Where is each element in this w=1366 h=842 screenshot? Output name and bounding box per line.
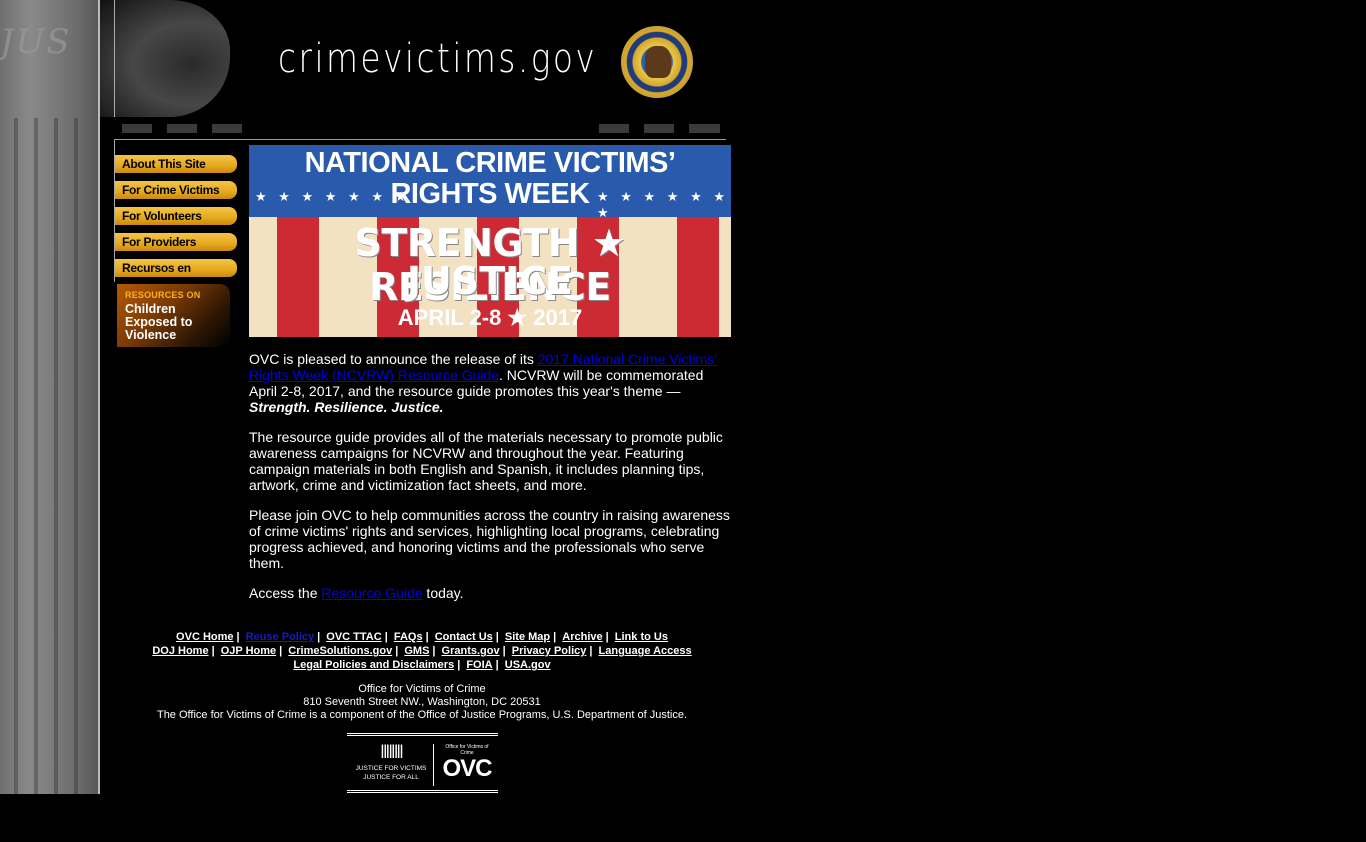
doj-seal-icon bbox=[621, 26, 693, 98]
ncvrw-banner[interactable]: NATIONAL CRIME VICTIMS’ RIGHTS WEEK ★ ★ … bbox=[249, 145, 731, 337]
pillar-engraving: JUS bbox=[0, 22, 72, 62]
footer-link-contact-us[interactable]: Contact Us bbox=[435, 631, 493, 643]
pillar-decoration: JUS bbox=[0, 0, 100, 794]
separator: | bbox=[495, 659, 499, 671]
address-block: Office for Victims of Crime 810 Seventh … bbox=[150, 683, 694, 722]
separator: | bbox=[589, 645, 593, 657]
nav-for-volunteers[interactable]: For Volunteers bbox=[115, 207, 237, 225]
eagle-icon bbox=[645, 46, 671, 78]
site-title: crimevictims.gov bbox=[278, 36, 598, 82]
footer-link-gms[interactable]: GMS bbox=[404, 645, 429, 657]
separator: | bbox=[553, 631, 557, 643]
tab-placeholder bbox=[212, 124, 242, 133]
logo-tagline-1: JUSTICE FOR VICTIMS bbox=[355, 765, 427, 772]
banner-line-4: JUSTICE bbox=[406, 259, 574, 303]
text: Access the bbox=[249, 585, 322, 601]
paragraph-3: Please join OVC to help communities acro… bbox=[249, 507, 730, 571]
logo-divider bbox=[433, 744, 434, 786]
ovc-logo-left: ǁǁǁǁ JUSTICE FOR VICTIMS JUSTICE FOR ALL bbox=[351, 742, 431, 781]
footer-link-ovc-home[interactable]: OVC Home bbox=[176, 631, 233, 643]
tab-placeholder bbox=[167, 124, 197, 133]
paragraph-4: Access the Resource Guide today. bbox=[249, 585, 733, 601]
article-body: OVC is pleased to announce the release o… bbox=[249, 351, 733, 615]
resource-guide-link-2[interactable]: Resource Guide bbox=[321, 585, 422, 601]
pillar-edge bbox=[98, 0, 100, 794]
header-divider bbox=[114, 0, 115, 117]
footer-row-3: Legal Policies and Disclaimers | FOIA | US… bbox=[150, 658, 694, 672]
nav-recursos-en-espanol[interactable]: Recursos en Español bbox=[115, 259, 237, 293]
footer-links: OVC Home | Reuse Policy | OVC TTAC | FAQs | … bbox=[150, 630, 694, 672]
footer-link-privacy-policy[interactable]: Privacy Policy bbox=[512, 645, 587, 657]
footer-link-ojp-home[interactable]: OJP Home bbox=[221, 645, 276, 657]
banner-line-1: NATIONAL CRIME VICTIMS’ bbox=[304, 147, 676, 179]
footer-link-language-access[interactable]: Language Access bbox=[599, 645, 692, 657]
footer-row-2: DOJ Home | OJP Home | CrimeSolutions.gov | … bbox=[150, 644, 694, 658]
banner-stars-left: ★ ★ ★ ★ ★ ★ ★ bbox=[255, 189, 411, 204]
tab-placeholder bbox=[644, 124, 674, 133]
footer-link-grants-gov[interactable]: Grants.gov bbox=[442, 645, 500, 657]
nav-about-this-site[interactable]: About This Site bbox=[115, 155, 237, 173]
banner-line-5: APRIL 2-8 ★ 2017 bbox=[397, 305, 583, 330]
separator: | bbox=[457, 659, 461, 671]
logo-ovc-text: OVC bbox=[442, 755, 492, 782]
theme-text: Strength. Resilience. Justice. bbox=[249, 399, 444, 415]
address-note: The Office for Victims of Crime is a com… bbox=[156, 709, 688, 721]
separator: | bbox=[384, 631, 388, 643]
separator: | bbox=[395, 645, 399, 657]
address-org: Office for Victims of Crime bbox=[358, 683, 486, 695]
footer-link-foia[interactable]: FOIA bbox=[466, 659, 492, 671]
logo-tagline-2: JUSTICE FOR ALL bbox=[363, 774, 419, 781]
footer-link-reuse-policy[interactable]: Reuse Policy bbox=[246, 631, 314, 643]
separator: | bbox=[502, 645, 506, 657]
separator: | bbox=[605, 631, 609, 643]
column-capital bbox=[100, 0, 230, 117]
footer-link-site-map[interactable]: Site Map bbox=[505, 631, 550, 643]
separator: | bbox=[495, 631, 499, 643]
footer-link-ovc-ttac[interactable]: OVC TTAC bbox=[326, 631, 381, 643]
footer-link-archive[interactable]: Archive bbox=[562, 631, 602, 643]
text: OVC is pleased to announce the release o… bbox=[249, 351, 538, 367]
paragraph-2: The resource guide provides all of the m… bbox=[249, 429, 723, 493]
ovc-logo-right: Office for Victims of Crime OVC bbox=[439, 744, 495, 782]
separator: | bbox=[432, 645, 436, 657]
footer-link-doj-home[interactable]: DOJ Home bbox=[152, 645, 208, 657]
separator: | bbox=[317, 631, 321, 643]
separator: | bbox=[279, 645, 283, 657]
separator: | bbox=[211, 645, 215, 657]
ovc-logo[interactable]: ǁǁǁǁ JUSTICE FOR VICTIMS JUSTICE FOR ALL… bbox=[347, 733, 498, 793]
separator: | bbox=[425, 631, 429, 643]
header-rule bbox=[114, 139, 726, 140]
paragraph-1: OVC is pleased to announce the release o… bbox=[249, 351, 733, 415]
footer-row-1: OVC Home | Reuse Policy | OVC TTAC | FAQs | … bbox=[150, 630, 694, 644]
address-street: 810 Seventh Street NW., Washington, DC 2… bbox=[303, 696, 541, 708]
footer-link-link-to-us[interactable]: Link to Us bbox=[615, 631, 668, 643]
resources-children-exposed-button[interactable]: RESOURCES ON Children Exposed to Violenc… bbox=[117, 284, 230, 347]
footer-link-legal-policies[interactable]: Legal Policies and Disclaimers bbox=[293, 659, 454, 671]
tab-placeholder bbox=[122, 124, 152, 133]
banner-stars-right: ★ ★ ★ ★ ★ ★ ★ bbox=[597, 189, 729, 220]
resources-title: Children Exposed to Violence bbox=[125, 302, 193, 342]
footer-link-crimesolutions[interactable]: CrimeSolutions.gov bbox=[288, 645, 392, 657]
tab-placeholder bbox=[599, 124, 629, 133]
nav-for-providers[interactable]: For Providers bbox=[115, 233, 237, 251]
resources-label: RESOURCES ON bbox=[125, 290, 201, 300]
tab-placeholder bbox=[689, 124, 720, 133]
nav-for-crime-victims[interactable]: For Crime Victims bbox=[115, 181, 237, 199]
footer-link-usa-gov[interactable]: USA.gov bbox=[505, 659, 551, 671]
text: today. bbox=[422, 585, 464, 601]
footer-link-faqs[interactable]: FAQs bbox=[394, 631, 423, 643]
separator: | bbox=[236, 631, 240, 643]
pillars-icon: ǁǁǁǁ bbox=[380, 742, 404, 762]
